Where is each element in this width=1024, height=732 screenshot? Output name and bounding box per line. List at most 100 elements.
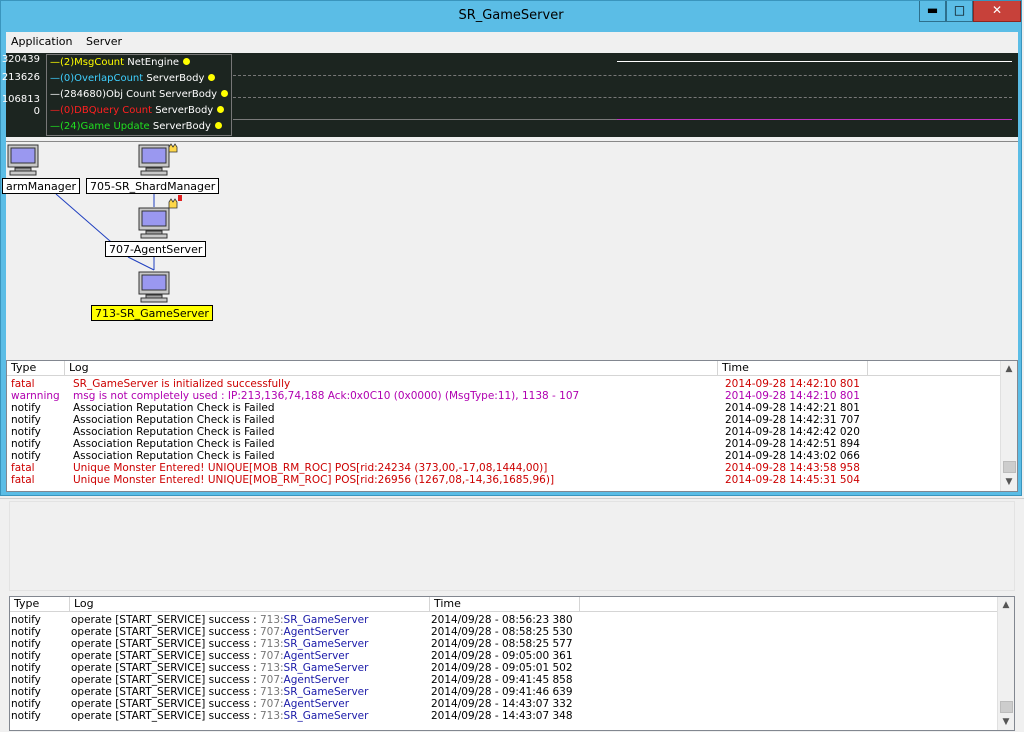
log-type: notify <box>11 402 41 414</box>
node-label-game-server[interactable]: 713-SR_GameServer <box>91 305 213 321</box>
column-header-filler <box>868 361 1001 376</box>
window-client-area: Application Server 320439 213626 106813 … <box>2 32 1018 492</box>
log-time: 2014-09-28 14:43:58 958 <box>725 462 860 474</box>
server-id: 707: <box>259 698 284 710</box>
legend-dot-icon <box>221 90 229 97</box>
log-row[interactable]: notify operate [START_SERVICE] success : … <box>10 662 998 674</box>
computer-icon[interactable] <box>138 144 170 176</box>
scrollbar-thumb[interactable] <box>1003 461 1016 473</box>
vertical-scrollbar[interactable]: ▲ ▼ <box>997 597 1014 730</box>
log-message: Association Reputation Check is Failed <box>73 426 275 438</box>
server-name: AgentServer <box>283 650 350 662</box>
log-time: 2014/09/28 - 09:41:46 639 <box>431 686 573 698</box>
log-prefix: operate [START_SERVICE] success : <box>71 614 260 626</box>
log-time: 2014/09/28 - 14:43:07 332 <box>431 698 573 710</box>
log-row[interactable]: fatal SR_GameServer is initialized succes… <box>7 378 1001 390</box>
graph-legend: —(2)MsgCount NetEngine —(0)OverlapCount … <box>46 54 232 136</box>
node-label-shard-manager[interactable]: 705-SR_ShardManager <box>86 178 220 194</box>
log-message: Association Reputation Check is Failed <box>73 450 275 462</box>
log-message: operate [START_SERVICE] success : 713:SR… <box>71 638 368 650</box>
main-window: SR_GameServer ▬ □ ✕ Application Server 3… <box>0 0 1022 496</box>
legend-dot-icon <box>214 122 222 129</box>
node-label-alarm-manager[interactable]: armManager <box>2 178 81 194</box>
log-type: fatal <box>11 378 35 390</box>
log-row[interactable]: notify Association Reputation Check is Fa… <box>7 450 1001 462</box>
log-type: notify <box>11 710 41 722</box>
server-name: AgentServer <box>283 698 350 710</box>
legend-item: —(0)DBQuery Count ServerBody <box>50 105 225 116</box>
legend-dot-icon <box>208 74 216 81</box>
title-bar[interactable]: SR_GameServer ▬ □ ✕ <box>1 1 1021 31</box>
server-id: 713: <box>259 686 284 698</box>
y-tick-label: 213626 <box>1 72 40 83</box>
log-time: 2014-09-28 14:42:10 801 <box>725 378 860 390</box>
scroll-up-arrow-icon[interactable]: ▲ <box>1001 361 1017 377</box>
log-row[interactable]: notify operate [START_SERVICE] success : … <box>10 638 998 650</box>
vertical-scrollbar[interactable]: ▲ ▼ <box>1000 361 1017 491</box>
close-button[interactable]: ✕ <box>973 1 1021 22</box>
window-title: SR_GameServer <box>458 8 564 23</box>
graph-gridline <box>233 97 1012 98</box>
log-row[interactable]: notify Association Reputation Check is Fa… <box>7 438 1001 450</box>
log-time: 2014-09-28 14:45:31 504 <box>725 474 860 486</box>
minimize-button[interactable]: ▬ <box>919 1 946 22</box>
log-type: notify <box>11 426 41 438</box>
log-row[interactable]: notify operate [START_SERVICE] success : … <box>10 698 998 710</box>
menu-server[interactable]: Server <box>86 35 122 48</box>
log-row[interactable]: notify Association Reputation Check is Fa… <box>7 426 1001 438</box>
log-time: 2014/09/28 - 09:05:00 361 <box>431 650 573 662</box>
performance-graph: 320439 213626 106813 0 —(2)MsgCount NetE… <box>2 53 1018 137</box>
scroll-up-arrow-icon[interactable]: ▲ <box>998 597 1014 613</box>
log-type: notify <box>11 638 41 650</box>
log-time: 2014-09-28 14:42:42 020 <box>725 426 860 438</box>
legend-item: —(0)OverlapCount ServerBody <box>50 73 216 84</box>
menu-bar: Application Server <box>6 32 1018 52</box>
log-row[interactable]: notify operate [START_SERVICE] success : … <box>10 686 998 698</box>
log-message: operate [START_SERVICE] success : 713:SR… <box>71 710 368 722</box>
column-header-time[interactable]: Time <box>718 361 868 376</box>
log-row[interactable]: notify Association Reputation Check is Fa… <box>7 414 1001 426</box>
scrollbar-thumb[interactable] <box>1000 701 1013 713</box>
log-row[interactable]: notify operate [START_SERVICE] success : … <box>10 674 998 686</box>
column-header-type[interactable]: Type <box>7 361 65 376</box>
column-header-log[interactable]: Log <box>65 361 718 376</box>
computer-icon[interactable] <box>7 144 39 176</box>
log-row[interactable]: notify operate [START_SERVICE] success : … <box>10 614 998 626</box>
log-time: 2014-09-28 14:43:02 066 <box>725 450 860 462</box>
log-type: notify <box>11 614 41 626</box>
scroll-down-arrow-icon[interactable]: ▼ <box>998 714 1014 730</box>
column-header-log[interactable]: Log <box>70 597 430 612</box>
log-row[interactable]: notify operate [START_SERVICE] success : … <box>10 710 998 722</box>
event-log-list[interactable]: Type Log Time fatal SR_GameServer is init… <box>6 360 1018 492</box>
empty-panel-area <box>9 501 1015 591</box>
log-prefix: operate [START_SERVICE] success : <box>71 626 260 638</box>
menu-application[interactable]: Application <box>11 35 72 48</box>
log-row[interactable]: warnning msg is not completely used : IP:… <box>7 390 1001 402</box>
maximize-button[interactable]: □ <box>946 1 973 22</box>
server-name: AgentServer <box>283 626 350 638</box>
legend-dot-icon <box>217 106 225 113</box>
column-header-filler <box>580 597 998 612</box>
maximize-icon: □ <box>953 3 966 17</box>
column-header-type[interactable]: Type <box>10 597 70 612</box>
log-message: Association Reputation Check is Failed <box>73 414 275 426</box>
log-row[interactable]: fatal Unique Monster Entered! UNIQUE[MOB_… <box>7 474 1001 486</box>
legend-dot-icon <box>183 58 191 65</box>
service-log-list[interactable]: Type Log Time notify operate [START_SERVI… <box>9 596 1015 731</box>
column-header-time[interactable]: Time <box>430 597 580 612</box>
server-id: 713: <box>259 710 284 722</box>
legend-item: —(284680)Obj Count ServerBody <box>50 89 229 100</box>
computer-icon[interactable] <box>138 271 170 303</box>
scroll-down-arrow-icon[interactable]: ▼ <box>1001 474 1017 490</box>
log-message: operate [START_SERVICE] success : 713:SR… <box>71 662 368 674</box>
computer-icon[interactable] <box>138 207 170 239</box>
log-message: Association Reputation Check is Failed <box>73 402 275 414</box>
log-row[interactable]: notify Association Reputation Check is Fa… <box>7 402 1001 414</box>
log-row[interactable]: notify operate [START_SERVICE] success : … <box>10 650 998 662</box>
node-label-agent-server[interactable]: 707-AgentServer <box>105 241 207 257</box>
log-row[interactable]: notify operate [START_SERVICE] success : … <box>10 626 998 638</box>
log-row[interactable]: fatal Unique Monster Entered! UNIQUE[MOB_… <box>7 462 1001 474</box>
log-message: operate [START_SERVICE] success : 713:SR… <box>71 614 368 626</box>
server-id: 713: <box>259 662 284 674</box>
minimize-icon: ▬ <box>926 3 939 17</box>
